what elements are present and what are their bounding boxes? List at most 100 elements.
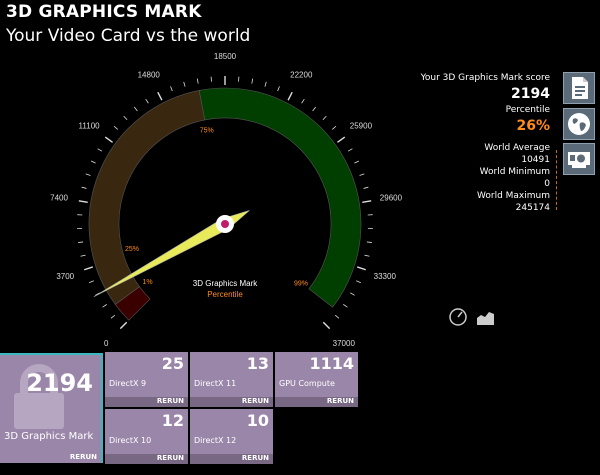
gauge-tick xyxy=(78,241,84,243)
globe-icon[interactable] xyxy=(563,108,595,140)
tile-gpu-compute-value: 1114 xyxy=(309,354,354,373)
gauge-tick-label: 18500 xyxy=(214,52,237,61)
tile-3d-graphics-mark-value: 2194 xyxy=(26,369,93,397)
gauge-tick xyxy=(145,98,149,104)
world-maximum-value: 245174 xyxy=(515,203,550,213)
chart-icon[interactable] xyxy=(476,308,494,326)
gauge-tick xyxy=(363,186,369,189)
world-minimum-label: World Minimum xyxy=(479,167,550,177)
gauge-tick xyxy=(362,200,372,203)
gauge-tick-label: 22200 xyxy=(290,70,313,79)
gauge-percentile-label: 1% xyxy=(143,279,153,286)
percentile-value: 26% xyxy=(516,118,550,134)
world-minimum-value: 0 xyxy=(544,179,550,189)
gauge-tick xyxy=(104,136,113,143)
gauge-tick xyxy=(89,280,94,284)
gauge-tick-label: 33300 xyxy=(374,272,397,281)
gauge-tick-label: 3700 xyxy=(56,272,74,281)
tile-directx11[interactable]: 13 DirectX 11 RERUN xyxy=(190,352,273,407)
tile-directx12-label: DirectX 12 xyxy=(194,436,237,445)
graphics-card-icon[interactable] xyxy=(563,143,595,175)
gauge-tick-label: 11100 xyxy=(79,121,101,130)
gauge-tick xyxy=(102,304,107,308)
gauge-tick xyxy=(312,106,317,112)
tile-directx10[interactable]: 12 DirectX 10 RERUN xyxy=(105,409,188,464)
gauge-tick-label: 37000 xyxy=(333,339,356,348)
gauge-tick xyxy=(81,186,87,189)
tile-3d-graphics-mark-label: 3D Graphics Mark xyxy=(4,431,94,442)
score-label: Your 3D Graphics Mark score xyxy=(420,73,550,83)
gauge-tick xyxy=(110,314,116,319)
gauge-tick xyxy=(343,304,348,308)
gauge-tick xyxy=(366,241,372,243)
gauge-hub-center xyxy=(221,220,229,228)
gauge-tick xyxy=(359,173,365,176)
world-average-value: 10491 xyxy=(521,155,550,165)
gauge-tick xyxy=(337,136,346,143)
score-stats: Your 3D Graphics Mark score 2194 Percent… xyxy=(380,72,550,214)
score-value: 2194 xyxy=(511,86,550,102)
gauge-tick xyxy=(119,321,128,330)
gauge-caption-sub: Percentile xyxy=(207,290,243,299)
tile-directx12-value: 10 xyxy=(246,411,269,430)
gauge-caption: 3D Graphics Mark xyxy=(193,279,258,288)
gauge-tick xyxy=(332,125,337,130)
gauge-tick xyxy=(157,91,163,101)
gauge-tick xyxy=(183,81,186,87)
gauge-tick xyxy=(277,86,280,92)
tile-gpu-compute[interactable]: 1114 GPU Compute RERUN xyxy=(275,352,358,407)
gauge-percentile-label: 99% xyxy=(294,281,308,288)
gauge-tick xyxy=(251,78,254,84)
gauge-band-mid xyxy=(88,90,206,305)
gauge-tick xyxy=(301,98,305,104)
world-average-label: World Average xyxy=(484,143,550,153)
tile-directx9[interactable]: 25 DirectX 9 RERUN xyxy=(105,352,188,407)
tile-directx10-label: DirectX 10 xyxy=(109,436,152,445)
document-icon[interactable] xyxy=(563,72,595,104)
tile-3d-graphics-mark-rerun[interactable]: RERUN xyxy=(70,453,97,461)
gauge-tick xyxy=(170,86,173,92)
gauge-tick xyxy=(347,148,353,152)
gauge-tick xyxy=(264,81,267,87)
gauge-tick xyxy=(322,321,331,330)
gauge-tick xyxy=(354,160,360,164)
tile-directx11-rerun[interactable]: RERUN xyxy=(242,397,269,405)
tile-directx9-rerun[interactable]: RERUN xyxy=(157,397,184,405)
tile-gpu-compute-label: GPU Compute xyxy=(279,379,335,388)
gauge-tick xyxy=(356,280,361,284)
gauge-tick xyxy=(123,115,128,121)
gauge-tick xyxy=(90,160,96,164)
gauge-tick xyxy=(85,173,91,176)
tile-3d-graphics-mark[interactable]: 2194 3D Graphics Mark RERUN xyxy=(0,353,103,463)
speedometer-icon[interactable] xyxy=(449,308,467,326)
tile-directx11-value: 13 xyxy=(246,354,269,373)
gauge-tick xyxy=(350,292,355,296)
gauge-tick xyxy=(322,115,327,121)
gauge-tick xyxy=(80,254,86,257)
gauge-percentile-label: 75% xyxy=(200,128,214,135)
tile-directx12[interactable]: 10 DirectX 12 RERUN xyxy=(190,409,273,464)
gauge-tick xyxy=(196,78,199,84)
stats-divider xyxy=(556,150,558,210)
tile-directx12-rerun[interactable]: RERUN xyxy=(242,454,269,462)
gauge-tick xyxy=(356,266,366,271)
gauge-tick-label: 0 xyxy=(104,339,109,348)
tile-directx9-value: 25 xyxy=(161,354,184,373)
world-maximum-label: World Maximum xyxy=(477,191,550,201)
gauge-percentile-label: 25% xyxy=(125,246,139,253)
gauge-tick xyxy=(97,148,103,152)
gauge-tick xyxy=(78,200,88,203)
gauge-tick xyxy=(334,314,340,319)
gauge-tick-label: 14800 xyxy=(138,70,161,79)
gauge-tick xyxy=(364,254,370,257)
tile-directx10-rerun[interactable]: RERUN xyxy=(157,454,184,462)
gauge-tick xyxy=(133,106,138,112)
tile-gpu-compute-rerun[interactable]: RERUN xyxy=(327,397,354,405)
tile-directx9-label: DirectX 9 xyxy=(109,379,147,388)
gauge-tick xyxy=(113,125,118,130)
gauge-band-high xyxy=(198,87,362,308)
gauge-tick xyxy=(84,266,94,271)
tile-directx11-label: DirectX 11 xyxy=(194,379,237,388)
gauge-tick-label: 7400 xyxy=(50,194,68,203)
percentile-label: Percentile xyxy=(505,105,550,115)
